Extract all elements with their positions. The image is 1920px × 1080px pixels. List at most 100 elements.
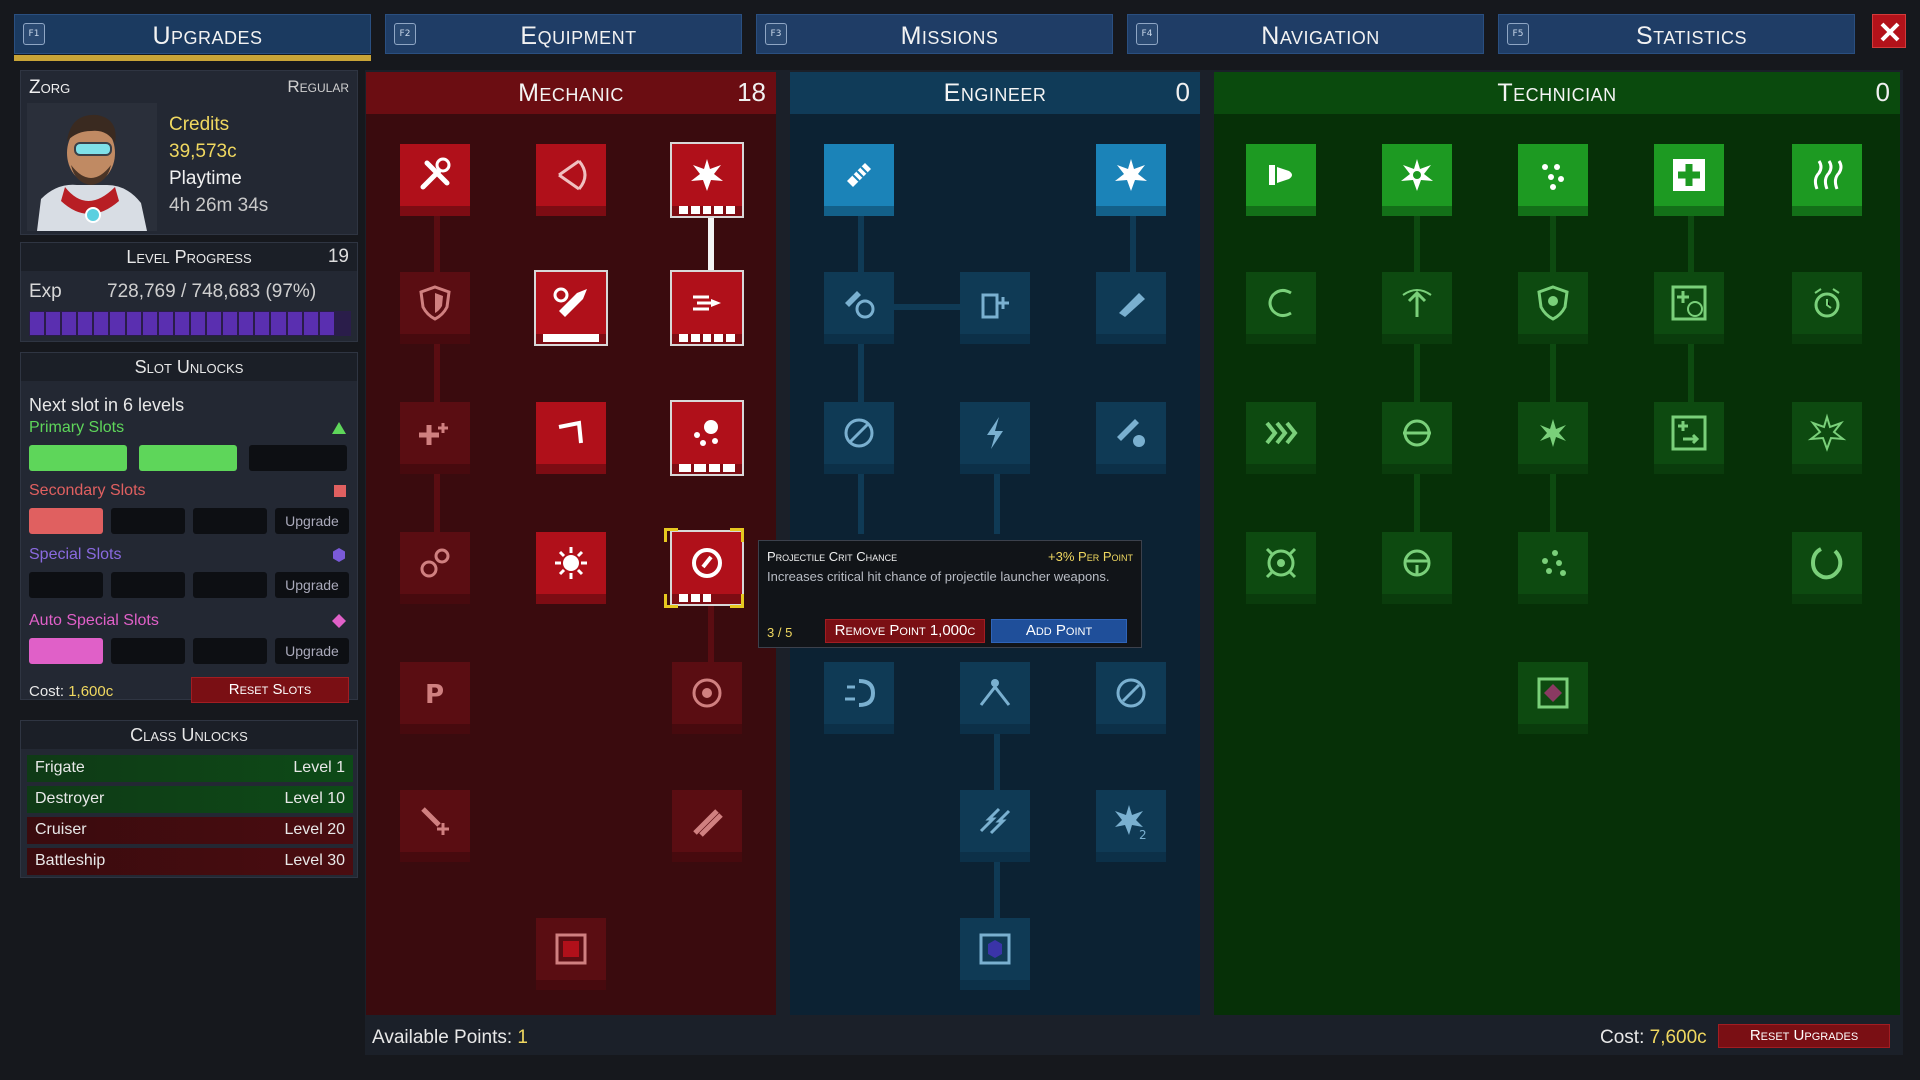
mechanic-points: 18 <box>737 77 766 107</box>
sun-icon <box>555 547 587 579</box>
mechanic-title: Mechanic <box>518 79 624 107</box>
tooltip-rate: +3% Per Point <box>1048 549 1133 564</box>
technician-header: Technician 0 <box>1214 72 1900 114</box>
lightning-icon <box>987 417 1003 449</box>
skill-node-explosion[interactable] <box>670 142 744 218</box>
upgrade-secondary-button[interactable]: Upgrade <box>275 508 349 534</box>
skill-node-engineer-blast[interactable] <box>1096 144 1166 216</box>
pilot-rank: Regular <box>287 77 349 96</box>
skill-node-missile[interactable] <box>534 270 608 346</box>
skill-node-spin-blade[interactable] <box>1096 662 1166 734</box>
magnet-icon <box>845 679 876 707</box>
flare-icon <box>1807 413 1847 452</box>
tree-link <box>858 344 864 404</box>
skill-node-shield-regen[interactable] <box>1518 272 1588 344</box>
selection-corner <box>664 594 678 608</box>
skill-node-spread[interactable] <box>1518 532 1588 604</box>
skill-node-magnet[interactable] <box>824 662 894 734</box>
skill-node-reload-speed[interactable] <box>824 272 894 344</box>
skill-node-alarm[interactable] <box>1792 272 1862 344</box>
skill-node-orbit-down[interactable] <box>1382 532 1452 604</box>
skill-node-orbit[interactable] <box>1382 402 1452 474</box>
class-row-destroyer: Destroyer Level 10 <box>27 786 353 813</box>
available-points: Available Points: 1 <box>372 1027 528 1049</box>
skill-node-rapid-fire[interactable] <box>670 270 744 346</box>
skill-node-technician-ultimate[interactable] <box>1518 662 1588 734</box>
skill-node-deflector[interactable] <box>536 144 606 216</box>
skill-node-crit-damage[interactable] <box>672 662 742 734</box>
close-button[interactable] <box>1872 14 1906 48</box>
skill-node-targeting[interactable] <box>1246 532 1316 604</box>
skill-node-launch[interactable] <box>1382 272 1452 344</box>
skill-node-ammo-belt[interactable] <box>824 144 894 216</box>
skill-node-engineer-ultimate[interactable] <box>960 918 1030 990</box>
skill-node-med-timer[interactable] <box>1654 272 1724 344</box>
skill-node-heal-beam[interactable] <box>400 790 470 862</box>
boomerang-icon <box>558 420 583 444</box>
skill-node-death-ray[interactable] <box>1096 402 1166 474</box>
close-icon <box>1880 22 1900 42</box>
remove-point-button[interactable]: Remove Point 1,000c <box>825 619 985 643</box>
skill-node-mechanic-ultimate[interactable] <box>536 918 606 990</box>
alarm-clock-icon <box>1814 288 1840 318</box>
thruster-icon <box>1269 165 1292 185</box>
special-slot-1 <box>29 572 103 598</box>
top-tab-bar: F1 Upgrades F2 Equipment F3 Missions F4 … <box>14 14 1904 62</box>
tab-upgrades[interactable]: F1 Upgrades <box>14 14 371 61</box>
available-points-label: Available Points: <box>372 1027 513 1048</box>
skill-tooltip: Projectile Crit Chance +3% Per Point Inc… <box>758 540 1142 648</box>
skill-node-double-lightning[interactable] <box>960 790 1030 862</box>
upgrade-auto-special-button[interactable]: Upgrade <box>275 638 349 664</box>
plus-cross-icon <box>419 423 448 445</box>
skill-node-boomerang[interactable] <box>536 402 606 474</box>
skill-node-med-export[interactable] <box>1654 402 1724 474</box>
add-point-button[interactable]: Add Point <box>991 619 1127 643</box>
class-row-cruiser: Cruiser Level 20 <box>27 817 353 844</box>
reset-upgrades-button[interactable]: Reset Upgrades <box>1718 1024 1890 1048</box>
reset-slots-button[interactable]: Reset Slots <box>191 677 349 703</box>
skill-node-rockets[interactable] <box>672 790 742 862</box>
skill-node-solar[interactable] <box>536 532 606 604</box>
skill-node-parking[interactable]: P <box>400 662 470 734</box>
skill-node-medkit[interactable] <box>1654 144 1724 216</box>
skill-node-flare[interactable] <box>1792 402 1862 474</box>
next-slot-text: Next slot in 6 levels <box>29 395 185 415</box>
skill-node-nova[interactable] <box>1382 144 1452 216</box>
skill-node-cycle[interactable] <box>1246 272 1316 344</box>
tab-navigation[interactable]: F4 Navigation <box>1127 14 1484 54</box>
medkit-clock-icon <box>1671 285 1707 321</box>
battery-plus-icon <box>981 293 1009 319</box>
tab-missions[interactable]: F3 Missions <box>756 14 1113 54</box>
skill-node-cluster[interactable] <box>1518 144 1588 216</box>
rockets-icon <box>693 809 723 837</box>
tooltip-point-count: 3 / 5 <box>767 625 793 640</box>
tab-equipment[interactable]: F2 Equipment <box>385 14 742 54</box>
skill-node-blast-2[interactable]: 2 <box>1096 790 1166 862</box>
skill-node-repair-boost[interactable] <box>400 402 470 474</box>
skill-node-ring[interactable] <box>1792 532 1862 604</box>
skill-node-burst[interactable] <box>1518 402 1588 474</box>
square-icon <box>334 485 346 497</box>
skill-node-scatter[interactable] <box>670 400 744 476</box>
chevrons-right-icon <box>1265 421 1298 445</box>
skill-node-heat[interactable] <box>1792 144 1862 216</box>
exp-bar-segment <box>287 312 302 335</box>
tab-statistics[interactable]: F5 Statistics <box>1498 14 1855 54</box>
skill-node-drone[interactable] <box>960 662 1030 734</box>
special-slot-2 <box>111 572 185 598</box>
skill-node-armor[interactable] <box>400 272 470 344</box>
skill-node-rail[interactable] <box>1096 272 1166 344</box>
exp-bar-segment <box>335 312 350 335</box>
skill-node-energy[interactable] <box>960 402 1030 474</box>
skill-node-repair[interactable] <box>400 144 470 216</box>
skill-node-speed[interactable] <box>1246 402 1316 474</box>
skill-node-battery[interactable] <box>960 272 1030 344</box>
class-level: Level 20 <box>284 821 346 838</box>
exp-value: 728,769 / 748,683 (97%) <box>107 281 317 302</box>
medkit-arrow-icon <box>1671 415 1707 451</box>
skill-node-no-target[interactable] <box>824 402 894 474</box>
skill-node-gears[interactable] <box>400 532 470 604</box>
clock-ammo-icon <box>845 291 875 319</box>
upgrade-special-button[interactable]: Upgrade <box>275 572 349 598</box>
skill-node-thruster[interactable] <box>1246 144 1316 216</box>
